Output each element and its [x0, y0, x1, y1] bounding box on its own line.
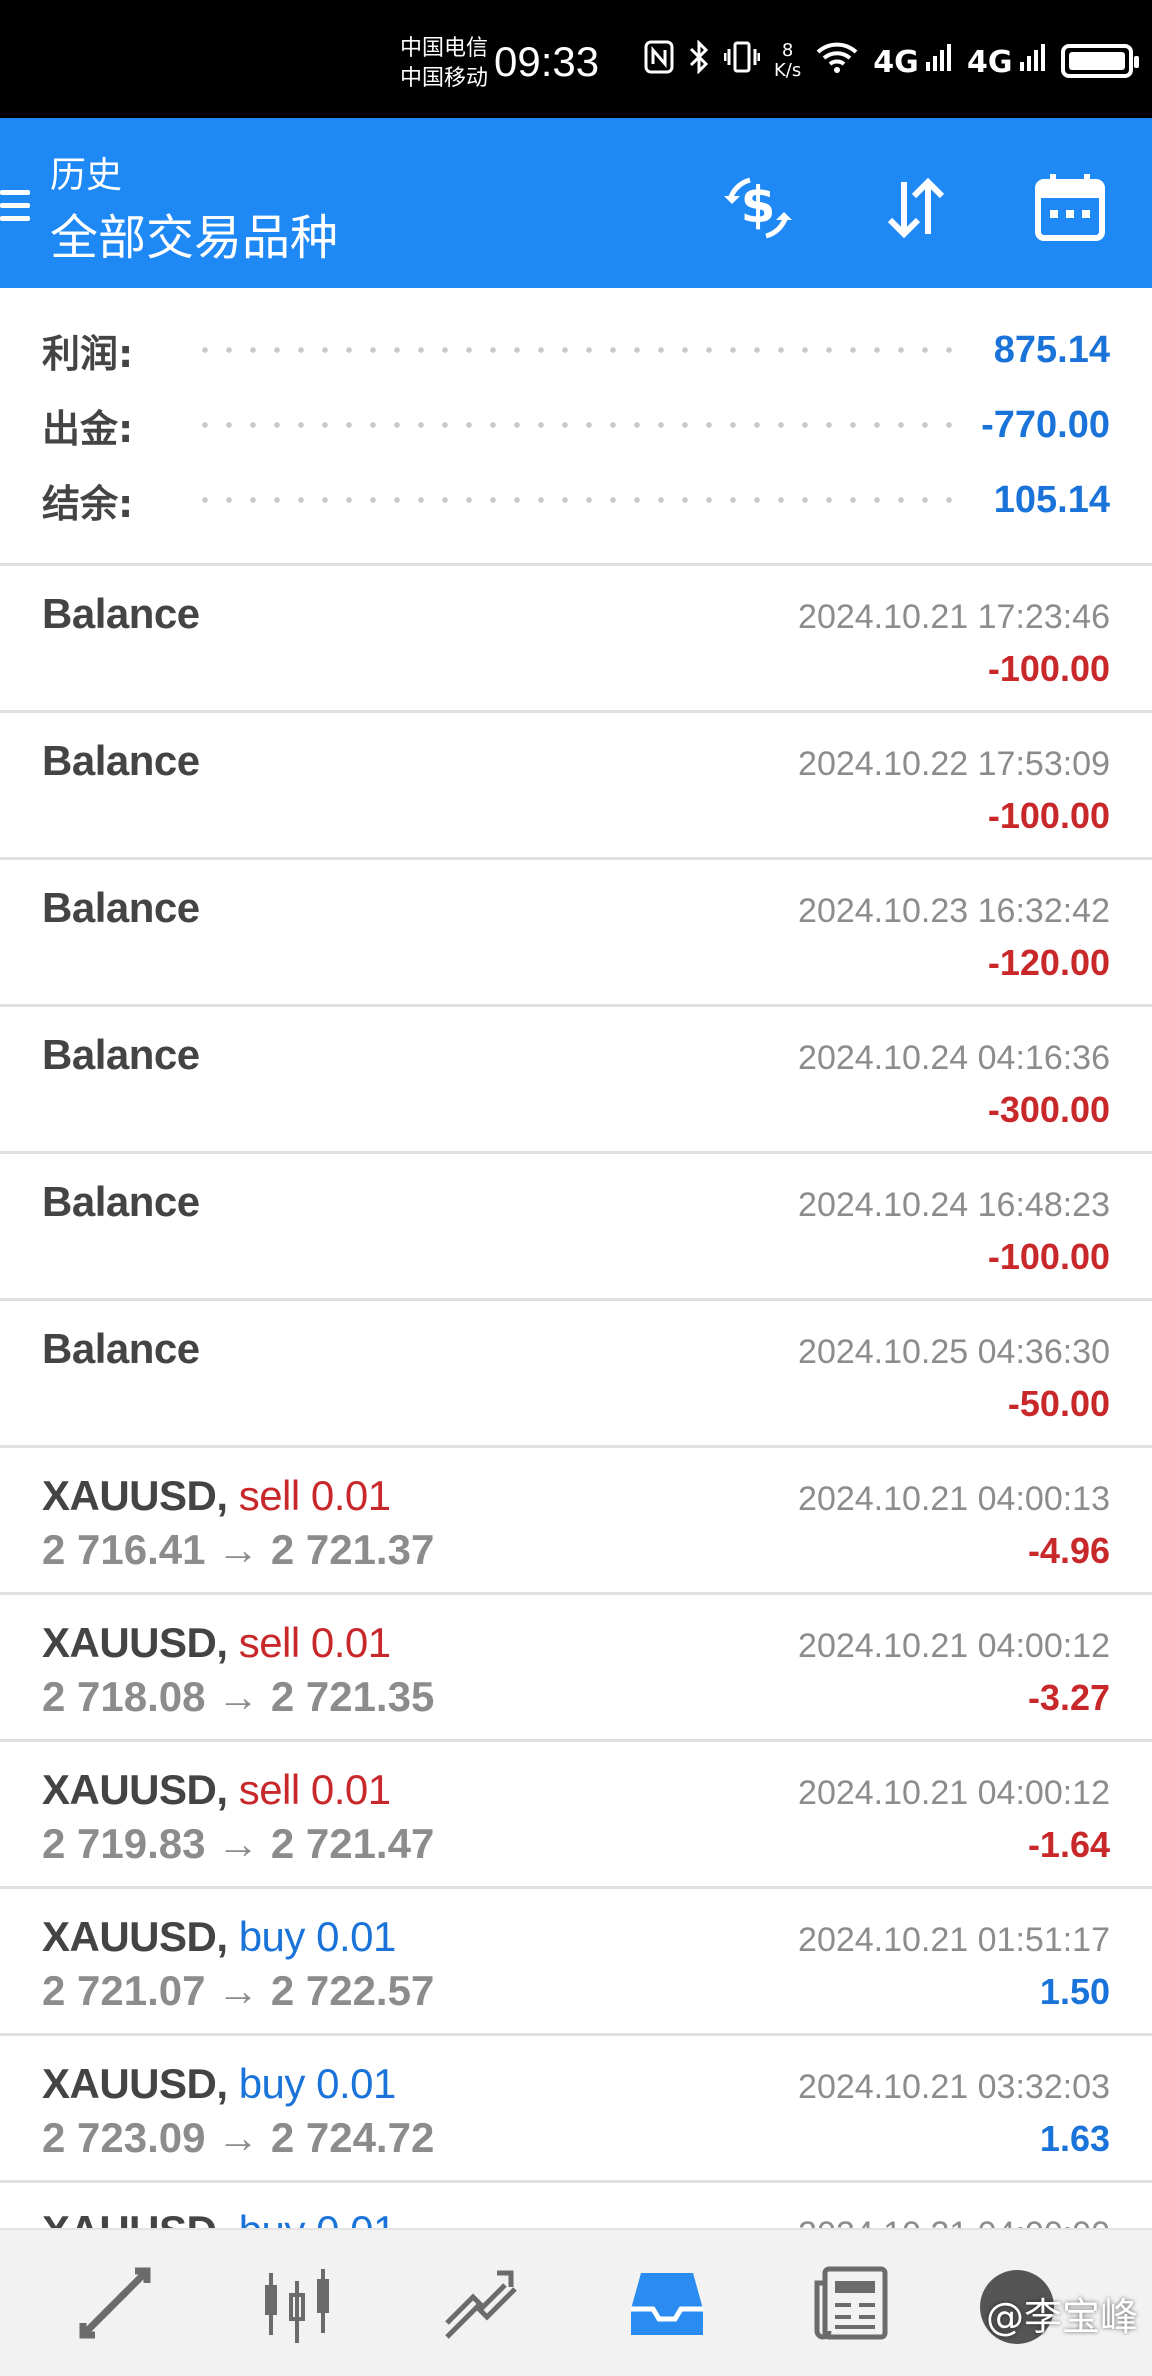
trade-prices: 2 719.83 → 2 721.47 — [42, 1820, 435, 1867]
trade-prices: 2 716.41 → 2 721.37 — [42, 1526, 435, 1573]
sort-icon — [887, 177, 945, 239]
trade-profit: -4.96 — [1027, 1530, 1110, 1571]
network-speed: 8 K/s — [774, 40, 802, 81]
sort-button[interactable] — [876, 168, 956, 248]
trade-profit: -1.64 — [1027, 1824, 1110, 1865]
bluetooth-icon — [688, 39, 710, 82]
svg-text:$: $ — [741, 176, 776, 234]
trade-row[interactable]: XAUUSD, buy 0.01 2 723.09 → 2 724.72 202… — [0, 2036, 1152, 2183]
trade-prices: 2 723.09 → 2 724.72 — [42, 2114, 435, 2161]
signal-1-icon: 4G — [873, 42, 953, 80]
trade-symbol: XAUUSD, — [42, 1619, 228, 1666]
page-title[interactable]: 全部交易品种 — [50, 198, 338, 268]
trade-side: sell 0.01 — [238, 1472, 391, 1519]
balance-row[interactable]: Balance 2024.10.24 04:16:36 -300.00 — [0, 1007, 1152, 1154]
balance-row[interactable]: Balance 2024.10.24 16:48:23 -100.00 — [0, 1154, 1152, 1301]
carrier-names: 中国电信 中国移动 — [400, 34, 488, 94]
nav-chart[interactable] — [252, 2258, 342, 2348]
news-icon — [814, 2266, 888, 2340]
trade-prices: 2 718.08 → 2 721.35 — [42, 1673, 435, 1720]
quotes-icon — [79, 2267, 151, 2339]
trade-row[interactable]: XAUUSD, sell 0.01 2 718.08 → 2 721.35 20… — [0, 1595, 1152, 1742]
trade-icon — [445, 2270, 517, 2339]
trade-row[interactable]: XAUUSD, buy 0.01 2 721.07 → 2 722.57 202… — [0, 1889, 1152, 2036]
summary-balance: 结余: 105.14 — [42, 478, 1110, 526]
history-summary: 利润: 875.14 出金: -770.00 结余: 105.14 — [0, 288, 1152, 566]
currency-exchange-icon: $ — [724, 176, 792, 239]
page-subtitle: 历史 — [50, 155, 123, 196]
balance-row[interactable]: Balance 2024.10.22 17:53:09 -100.00 — [0, 713, 1152, 860]
vibrate-icon — [723, 40, 761, 82]
deposit-withdraw-button[interactable]: $ — [718, 168, 798, 248]
carrier-2: 中国移动 — [400, 66, 489, 91]
watermark-text: @李宝峰 — [985, 2295, 1138, 2339]
chart-icon — [265, 2269, 329, 2343]
trade-time: 2024.10.21 04:00:13 — [798, 1480, 1110, 1518]
balance-row[interactable]: Balance 2024.10.21 17:23:46 -100.00 — [0, 566, 1152, 713]
status-time: 09:33 — [494, 38, 600, 85]
nav-trade[interactable] — [436, 2258, 526, 2348]
bottom-navigation: @李宝峰 — [0, 2228, 1152, 2376]
trade-time: 2024.10.21 01:51:17 — [798, 1921, 1110, 1959]
carrier-1: 中国电信 — [400, 36, 489, 61]
app-bar: 历史 全部交易品种 $ — [0, 118, 1152, 288]
signal-2-icon: 4G — [967, 42, 1047, 80]
balance-row[interactable]: Balance 2024.10.25 04:36:30 -50.00 — [0, 1301, 1152, 1448]
trade-profit: 1.63 — [1039, 2118, 1110, 2159]
nav-history[interactable] — [622, 2258, 712, 2348]
summary-profit: 利润: 875.14 — [42, 328, 1110, 376]
trade-side: sell 0.01 — [238, 1766, 391, 1813]
nfc-icon — [644, 40, 674, 82]
trade-side: buy 0.01 — [238, 2060, 397, 2107]
trade-profit: -3.27 — [1027, 1677, 1110, 1718]
history-icon — [631, 2273, 703, 2335]
trade-prices: 2 721.07 → 2 722.57 — [42, 1967, 435, 2014]
trade-time: 2024.10.21 04:00:12 — [798, 1774, 1110, 1812]
nav-news[interactable] — [806, 2258, 896, 2348]
nav-quotes[interactable] — [70, 2258, 160, 2348]
trade-symbol: XAUUSD, — [42, 1913, 228, 1960]
wifi-icon — [815, 40, 859, 82]
trade-symbol: XAUUSD, — [42, 1766, 228, 1813]
trade-row[interactable]: XAUUSD, sell 0.01 2 719.83 → 2 721.47 20… — [0, 1742, 1152, 1889]
trade-time: 2024.10.21 04:00:12 — [798, 1627, 1110, 1665]
menu-icon[interactable] — [0, 190, 30, 226]
trade-side: buy 0.01 — [238, 1913, 397, 1960]
battery-icon — [1060, 44, 1139, 78]
calendar-button[interactable] — [1030, 168, 1110, 248]
trade-row[interactable]: XAUUSD, sell 0.01 2 716.41 → 2 721.37 20… — [0, 1448, 1152, 1595]
history-list: Balance 2024.10.21 17:23:46 -100.00 Bala… — [0, 566, 1152, 2330]
trade-side: sell 0.01 — [238, 1619, 391, 1666]
trade-profit: 1.50 — [1039, 1971, 1110, 2012]
summary-withdrawal: 出金: -770.00 — [42, 403, 1110, 451]
calendar-icon — [1035, 174, 1105, 241]
balance-row[interactable]: Balance 2024.10.23 16:32:42 -120.00 — [0, 860, 1152, 1007]
trade-symbol: XAUUSD, — [42, 2060, 228, 2107]
trade-symbol: XAUUSD, — [42, 1472, 228, 1519]
trade-time: 2024.10.21 03:32:03 — [798, 2068, 1110, 2106]
status-bar: 中国电信 中国移动 09:33 8 K/s 4G 4G — [0, 0, 1152, 118]
status-icons: 8 K/s 4G 4G — [644, 39, 1139, 82]
